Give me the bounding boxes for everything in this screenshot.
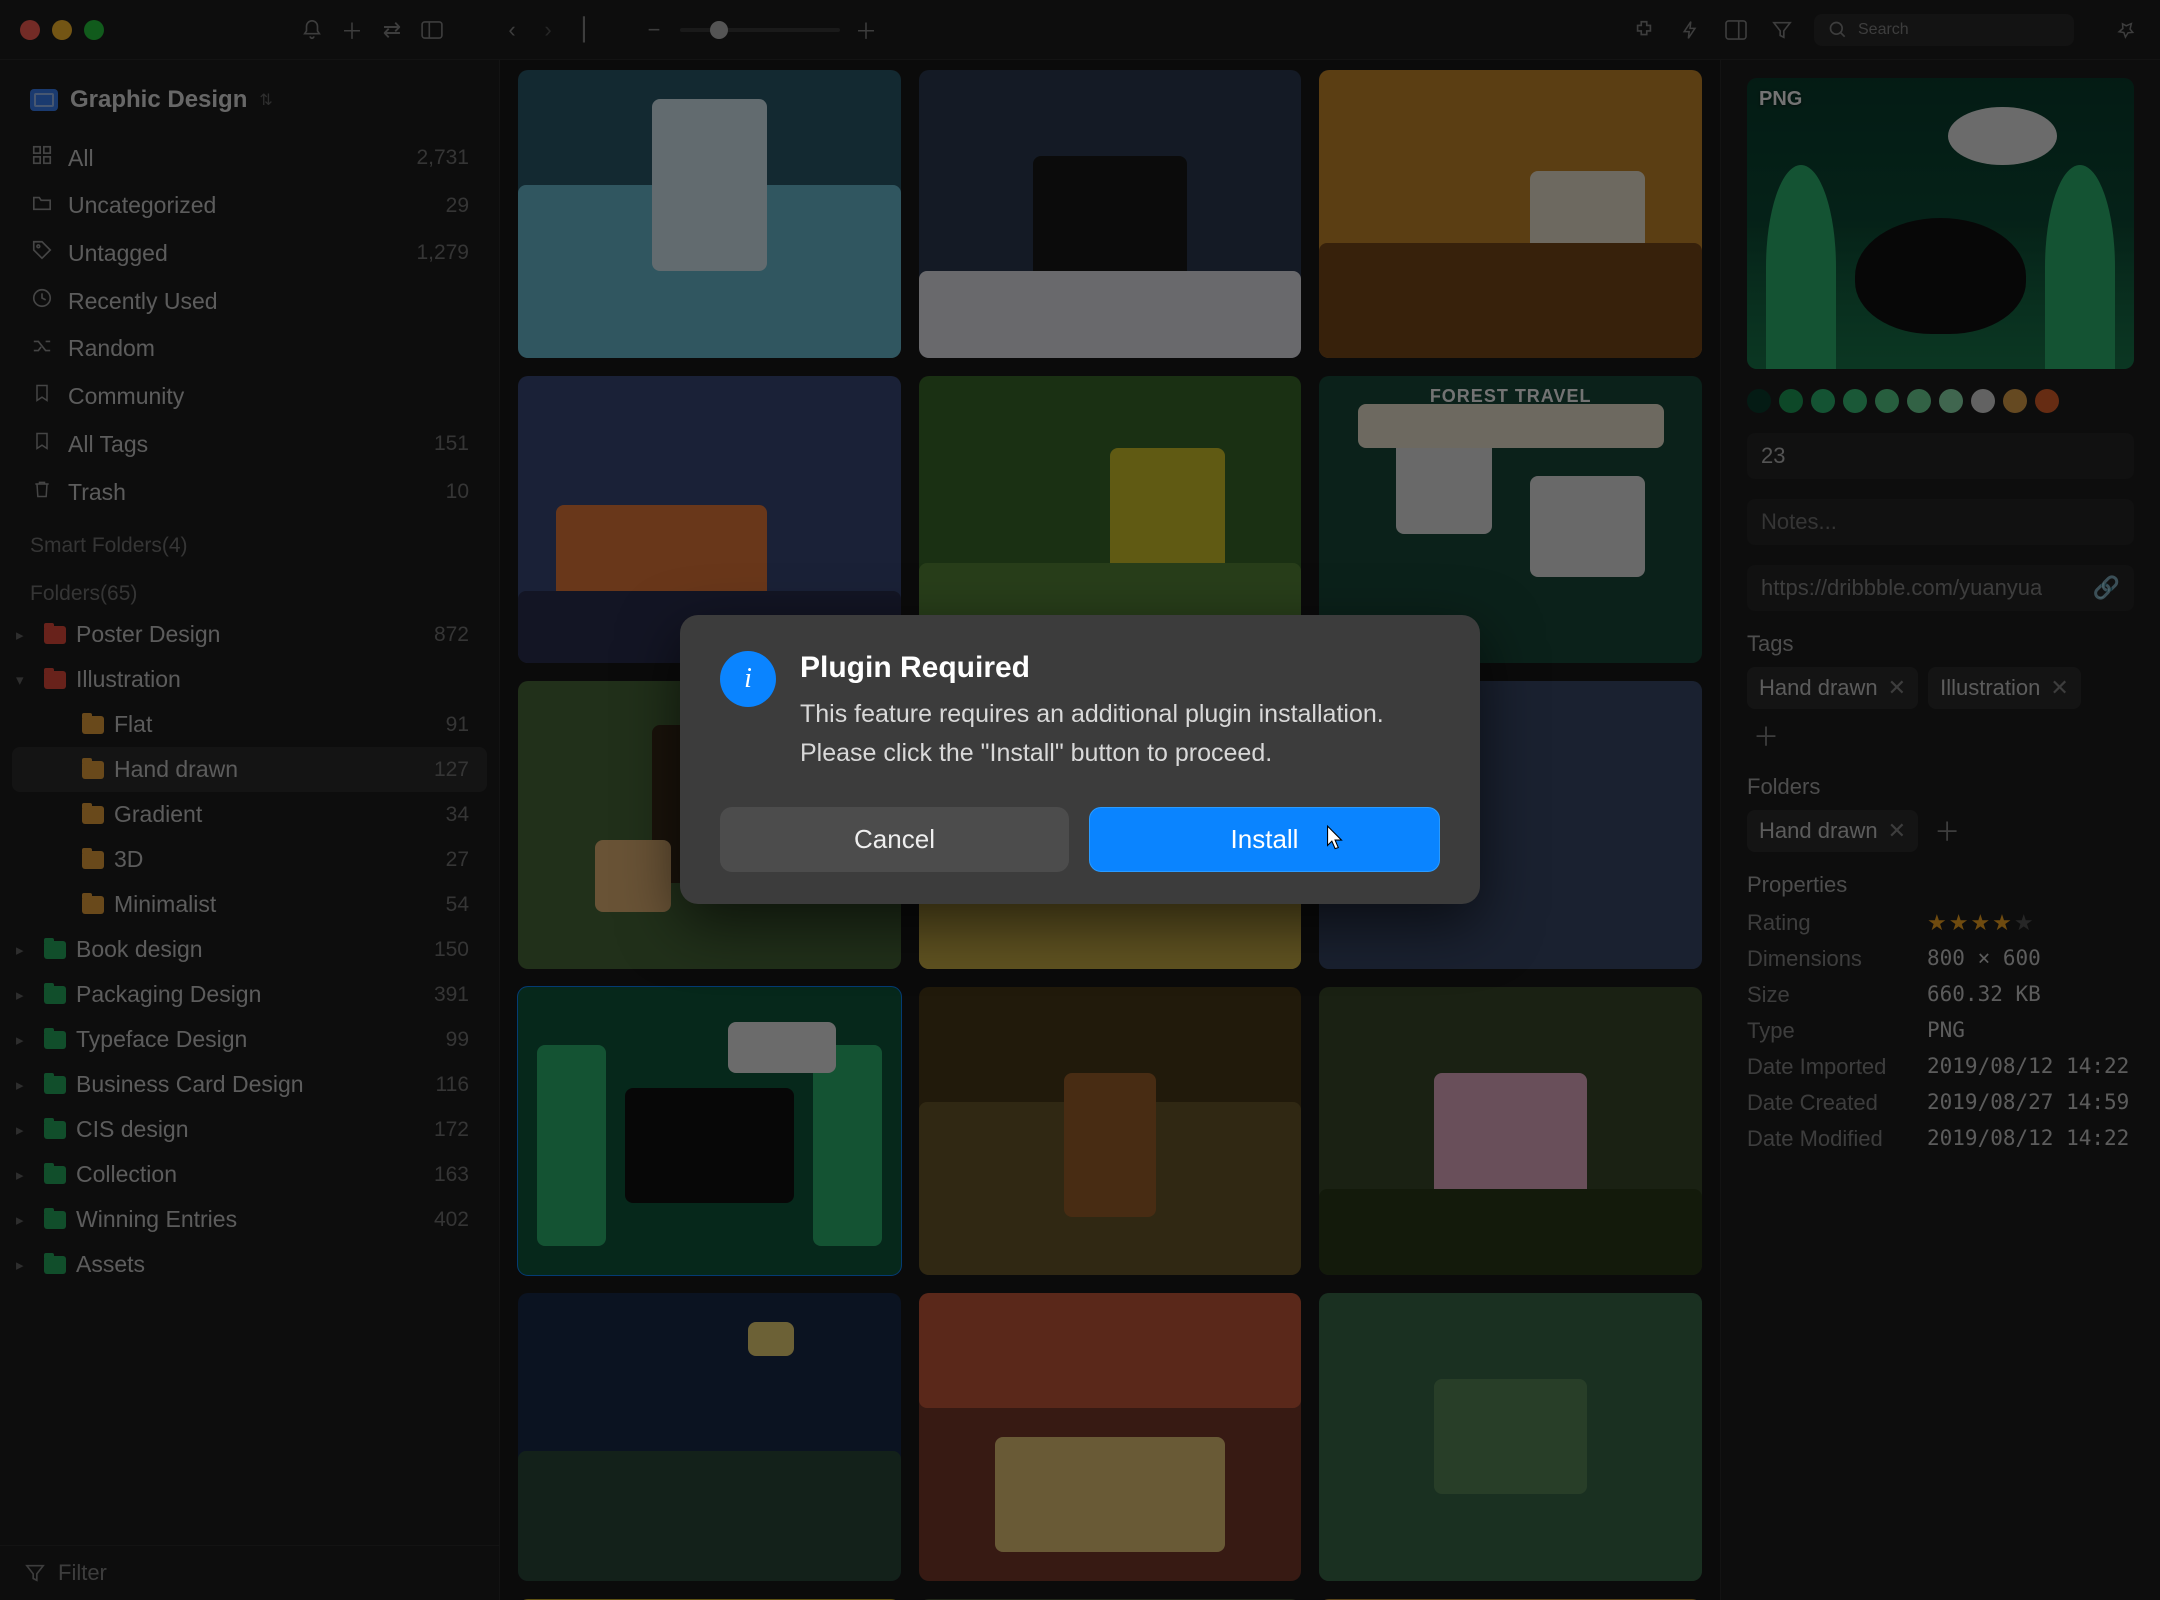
dialog-message: This feature requires an additional plug… [800, 695, 1440, 773]
info-icon: i [720, 651, 776, 707]
dialog-title: Plugin Required [800, 651, 1440, 685]
cancel-button[interactable]: Cancel [720, 807, 1069, 872]
install-button[interactable]: Install [1089, 807, 1440, 872]
cursor-icon [1321, 824, 1347, 861]
plugin-required-dialog: i Plugin Required This feature requires … [680, 615, 1480, 904]
